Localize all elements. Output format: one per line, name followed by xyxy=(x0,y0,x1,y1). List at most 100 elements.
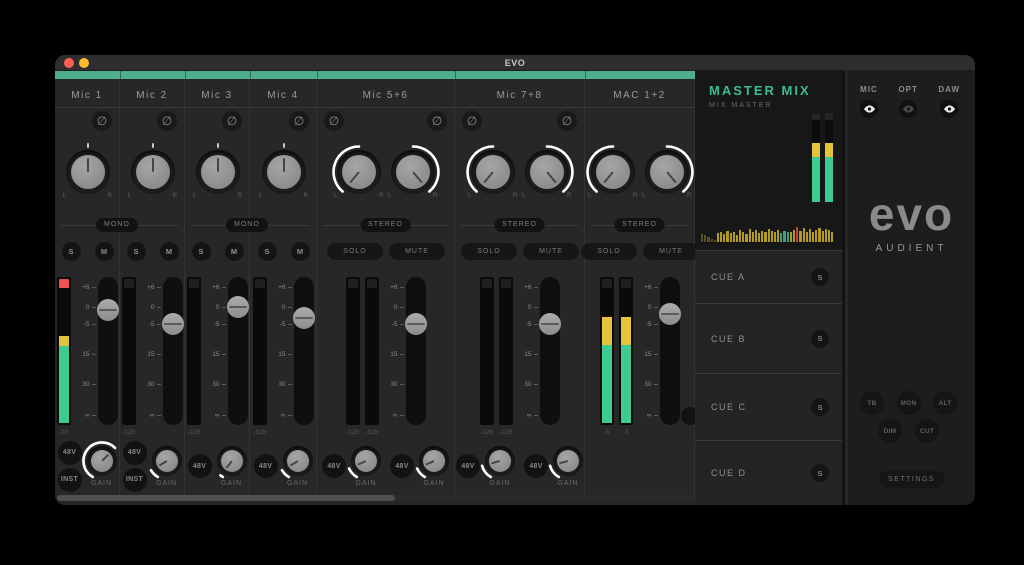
mute-button[interactable]: M xyxy=(290,242,310,261)
mute-button[interactable]: MUTE xyxy=(389,243,445,260)
fader-knob[interactable] xyxy=(96,299,119,321)
history-bar xyxy=(745,234,748,242)
volume-fader[interactable] xyxy=(404,277,427,425)
io-visibility-button[interactable] xyxy=(899,100,918,118)
fader-track[interactable] xyxy=(539,277,560,425)
phase-invert-button[interactable]: ∅ xyxy=(157,111,177,131)
solo-button[interactable]: S xyxy=(126,242,146,261)
tick-dash xyxy=(533,287,538,289)
pan-knob[interactable] xyxy=(586,145,635,194)
fader-track[interactable] xyxy=(659,277,680,425)
channel-name[interactable]: Mic 4 xyxy=(267,90,298,101)
mute-button[interactable]: MUTE xyxy=(523,243,579,260)
pan-knob[interactable] xyxy=(525,145,574,194)
cue-solo-button[interactable]: S xyxy=(811,268,829,286)
volume-fader[interactable] xyxy=(658,277,681,425)
instrument-button[interactable]: INST xyxy=(122,467,147,492)
phantom-power-button[interactable]: 48V xyxy=(322,454,346,478)
solo-button[interactable]: SOLO xyxy=(327,243,383,260)
volume-fader[interactable] xyxy=(161,277,184,425)
io-visibility-button[interactable] xyxy=(860,100,878,118)
fader-knob[interactable] xyxy=(226,296,249,318)
phantom-power-button[interactable]: 48V xyxy=(122,440,147,465)
io-visibility-button[interactable] xyxy=(940,100,959,118)
solo-button[interactable]: SOLO xyxy=(581,243,637,260)
monitor-button-cut[interactable]: CUT xyxy=(915,419,939,443)
volume-fader[interactable] xyxy=(96,277,119,425)
tick-dash xyxy=(156,287,161,289)
mute-button[interactable]: MUTE xyxy=(643,243,699,260)
phantom-power-button[interactable]: 48V xyxy=(524,454,548,478)
gain-knob[interactable] xyxy=(347,445,381,478)
monitor-button-mon[interactable]: MON xyxy=(896,391,921,415)
pan-knob[interactable] xyxy=(645,145,694,194)
settings-button[interactable]: SETTINGS xyxy=(878,471,945,488)
pan-knob[interactable] xyxy=(130,150,175,194)
phantom-power-button[interactable]: 48V xyxy=(456,454,480,478)
scrollbar-thumb[interactable] xyxy=(57,495,395,501)
phase-invert-button[interactable]: ∅ xyxy=(222,111,242,131)
horizontal-scrollbar[interactable] xyxy=(57,495,692,501)
cue-row[interactable]: CUE B S xyxy=(695,303,842,373)
phase-invert-button[interactable]: ∅ xyxy=(557,111,577,131)
gain-knob[interactable] xyxy=(480,445,515,478)
cue-row[interactable]: CUE A S xyxy=(695,250,842,303)
gain-knob[interactable] xyxy=(548,445,583,478)
pan-knob[interactable] xyxy=(466,145,515,194)
solo-button[interactable]: S xyxy=(61,242,81,261)
cue-row[interactable]: CUE C S xyxy=(695,373,842,440)
volume-fader[interactable] xyxy=(538,277,561,425)
cue-solo-button[interactable]: S xyxy=(811,329,829,348)
fader-knob[interactable] xyxy=(292,307,315,329)
mute-button[interactable]: M xyxy=(94,242,114,261)
cue-solo-button[interactable]: S xyxy=(811,398,829,416)
phase-invert-button[interactable]: ∅ xyxy=(92,111,112,131)
cue-row[interactable]: CUE D S xyxy=(695,440,842,505)
mute-button[interactable]: M xyxy=(159,242,179,261)
pan-knob[interactable] xyxy=(195,150,240,194)
solo-button[interactable]: S xyxy=(257,242,277,261)
gain-knob[interactable] xyxy=(216,445,247,478)
channel-name[interactable]: Mic 3 xyxy=(201,90,232,101)
phase-invert-button[interactable]: ∅ xyxy=(324,111,344,131)
monitor-button-dim[interactable]: DIM xyxy=(878,419,902,443)
fader-track[interactable] xyxy=(405,277,426,425)
monitor-button-alt[interactable]: ALT xyxy=(933,391,957,415)
fader-knob[interactable] xyxy=(538,313,561,335)
meter-fader-block: -20 +6 0 -5 15 30 ∞ xyxy=(55,277,119,436)
pan-knob[interactable] xyxy=(391,145,440,194)
channel-name[interactable]: Mic 1 xyxy=(71,90,102,101)
pan-knob[interactable] xyxy=(261,150,306,194)
phase-invert-button[interactable]: ∅ xyxy=(289,111,309,131)
phase-invert-button[interactable]: ∅ xyxy=(427,111,447,131)
volume-fader[interactable] xyxy=(226,277,249,425)
fader-knob[interactable] xyxy=(404,313,427,335)
channel-name[interactable]: Mic 2 xyxy=(136,90,167,101)
channel-name[interactable]: Mic 5+6 xyxy=(363,90,409,101)
meter-yellow-segment xyxy=(620,317,631,345)
fader-knob[interactable] xyxy=(658,303,681,325)
solo-button[interactable]: S xyxy=(191,242,211,261)
gain-knob[interactable] xyxy=(415,445,449,478)
channel-name[interactable]: MAC 1+2 xyxy=(613,90,665,101)
pan-knob[interactable] xyxy=(65,150,110,194)
phantom-power-button[interactable]: 48V xyxy=(390,454,414,478)
cue-solo-button[interactable]: S xyxy=(811,464,829,482)
volume-fader[interactable] xyxy=(292,277,315,425)
pan-knob[interactable] xyxy=(332,145,381,194)
instrument-button[interactable]: INST xyxy=(57,467,82,492)
gain-knob[interactable] xyxy=(149,445,182,478)
gain-knob[interactable] xyxy=(81,440,117,478)
channel-name[interactable]: Mic 7+8 xyxy=(497,90,543,101)
phase-invert-button[interactable]: ∅ xyxy=(462,111,482,131)
phantom-power-button[interactable]: 48V xyxy=(253,454,278,478)
solo-button[interactable]: SOLO xyxy=(461,243,517,260)
monitor-button-tb[interactable]: TB xyxy=(860,391,884,415)
phantom-power-button[interactable]: 48V xyxy=(57,440,82,465)
fader-track[interactable] xyxy=(162,277,183,425)
fader-knob[interactable] xyxy=(161,313,184,335)
fader-track[interactable] xyxy=(293,277,314,425)
mute-button[interactable]: M xyxy=(224,242,244,261)
phantom-power-button[interactable]: 48V xyxy=(187,454,212,478)
gain-knob[interactable] xyxy=(280,445,313,478)
